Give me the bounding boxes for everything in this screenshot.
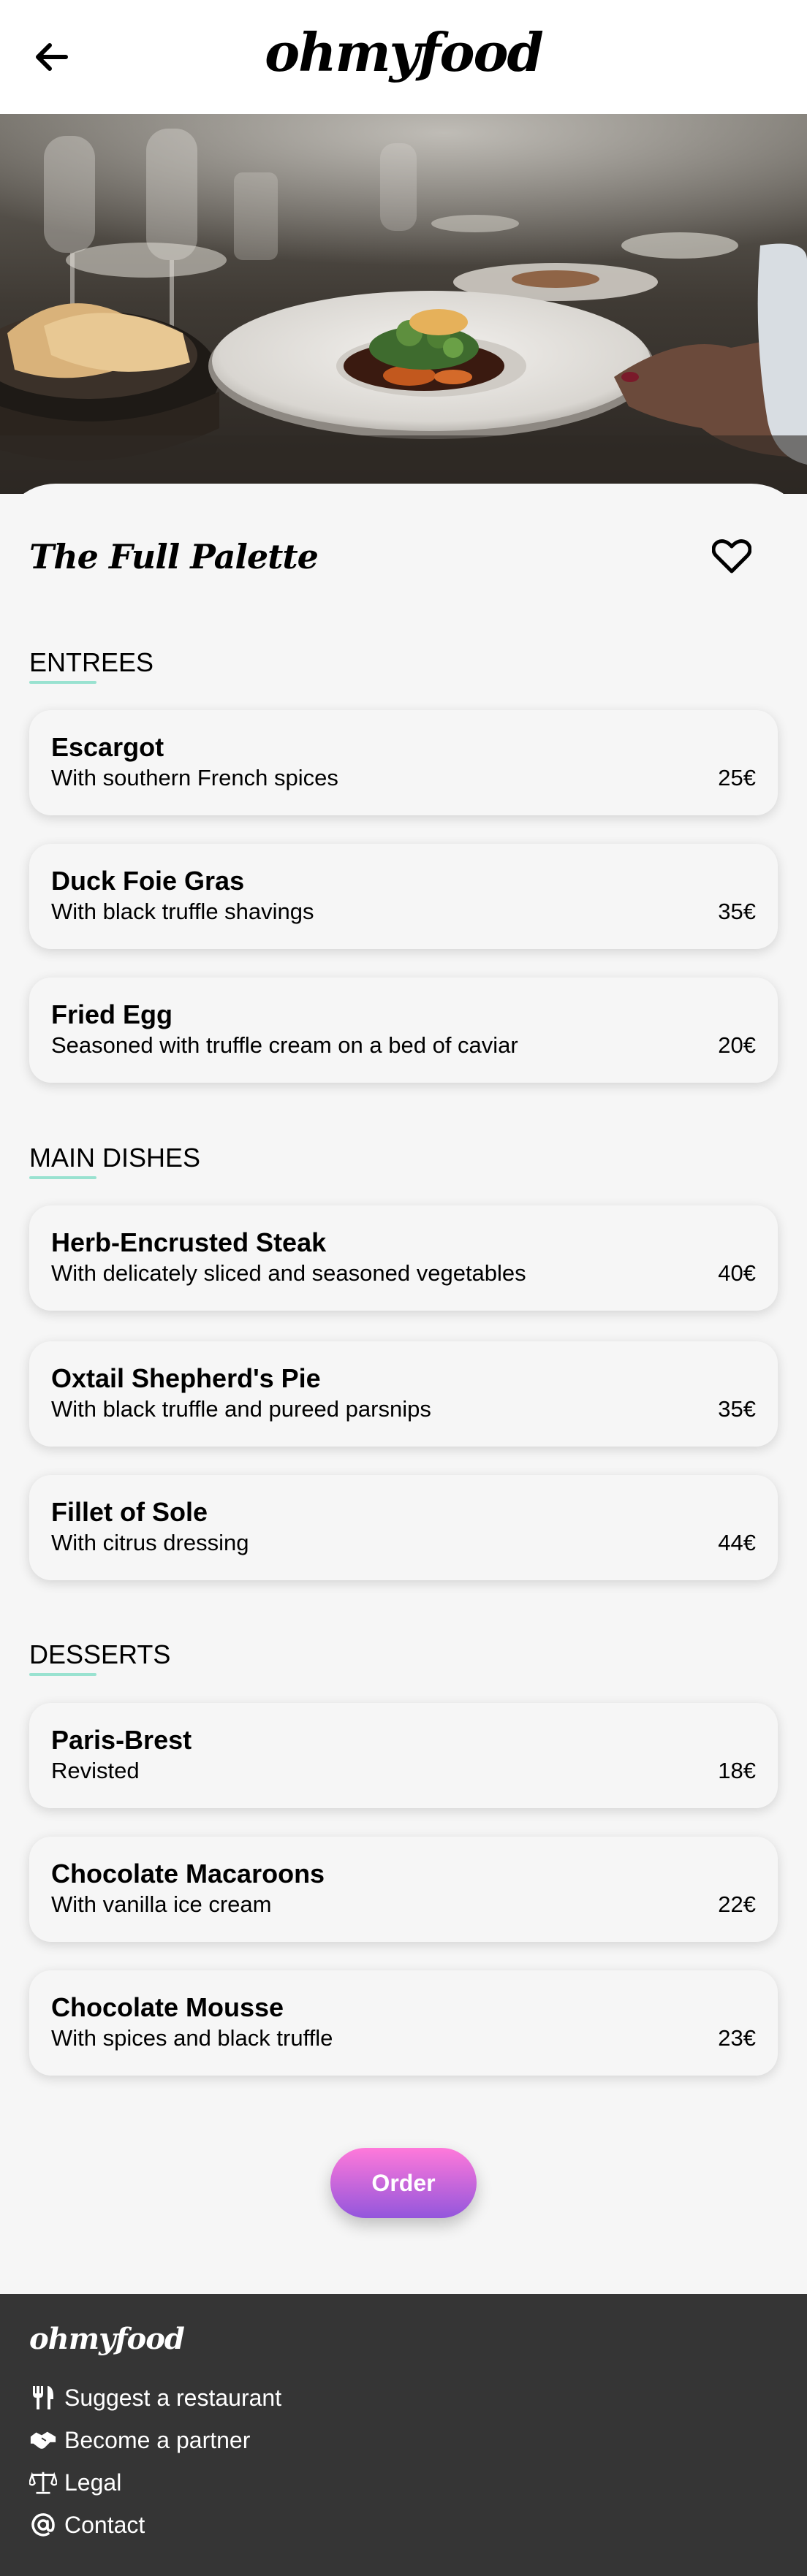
order-button[interactable]: Order <box>330 2148 477 2218</box>
menu-item-description: With vanilla ice cream <box>51 1891 272 1917</box>
section-heading-entrees: ENTREES <box>29 646 154 684</box>
menu-item-name: Escargot <box>51 732 164 762</box>
section-underline <box>29 681 96 684</box>
brand-logo[interactable]: ohmyfood <box>0 16 807 89</box>
footer-link-label: Suggest a restaurant <box>64 2384 282 2411</box>
menu-item-description: With southern French spices <box>51 765 338 790</box>
site-footer: ohmyfood Suggest a restaurant Become a p… <box>0 2294 807 2576</box>
menu-item-name: Herb-Encrusted Steak <box>51 1227 327 1257</box>
menu-item-description: With delicately sliced and seasoned vege… <box>51 1260 526 1286</box>
menu-item-price: 25€ <box>718 765 756 790</box>
menu-item-name: Chocolate Mousse <box>51 1992 284 2022</box>
menu-item-description: With citrus dressing <box>51 1530 249 1555</box>
menu-item-description: Revisted <box>51 1758 140 1783</box>
scale-icon <box>29 2469 57 2496</box>
menu-item-price: 44€ <box>718 1530 756 1555</box>
restaurant-name: The Full Palette <box>29 537 319 576</box>
section-title: MAIN DISHES <box>29 1143 201 1173</box>
menu-item-name: Paris-Brest <box>51 1725 192 1755</box>
menu-panel: The Full Palette ENTREES Escargot With s… <box>0 484 807 2294</box>
section-title: DESSERTS <box>29 1639 171 1669</box>
menu-item-name: Fried Egg <box>51 999 173 1029</box>
menu-item-price: 35€ <box>718 1396 756 1422</box>
menu-item-name: Fillet of Sole <box>51 1497 208 1527</box>
menu-item-price: 22€ <box>718 1891 756 1917</box>
menu-item-description: Seasoned with truffle cream on a bed of … <box>51 1032 518 1058</box>
menu-item-card[interactable]: Paris-Brest Revisted 18€ <box>29 1703 778 1808</box>
menu-item-card[interactable]: Fried Egg Seasoned with truffle cream on… <box>29 978 778 1083</box>
favorite-button[interactable] <box>706 527 757 586</box>
heart-outline-icon <box>712 539 751 573</box>
footer-link-suggest-restaurant[interactable]: Suggest a restaurant <box>29 2379 281 2416</box>
footer-brand-logo[interactable]: ohmyfood <box>29 2317 185 2361</box>
section-heading-main-dishes: MAIN DISHES <box>29 1141 201 1179</box>
restaurant-hero-image <box>0 114 807 494</box>
menu-item-card[interactable]: Escargot With southern French spices 25€ <box>29 710 778 815</box>
footer-link-contact[interactable]: Contact <box>29 2507 145 2543</box>
menu-item-description: With black truffle and pureed parsnips <box>51 1396 431 1422</box>
footer-link-legal[interactable]: Legal <box>29 2464 121 2501</box>
footer-link-label: Contact <box>64 2511 145 2538</box>
menu-item-card[interactable]: Fillet of Sole With citrus dressing 44€ <box>29 1475 778 1580</box>
footer-link-label: Legal <box>64 2469 122 2496</box>
menu-item-price: 20€ <box>718 1032 756 1058</box>
menu-item-card[interactable]: Duck Foie Gras With black truffle shavin… <box>29 844 778 949</box>
menu-item-name: Chocolate Macaroons <box>51 1859 325 1889</box>
menu-item-price: 35€ <box>718 899 756 924</box>
menu-item-description: With black truffle shavings <box>51 899 314 924</box>
handshake-icon <box>29 2426 57 2454</box>
section-heading-desserts: DESSERTS <box>29 1638 171 1676</box>
menu-item-description: With spices and black truffle <box>51 2025 333 2051</box>
menu-item-price: 18€ <box>718 1758 756 1783</box>
menu-item-name: Oxtail Shepherd's Pie <box>51 1363 321 1393</box>
menu-item-card[interactable]: Oxtail Shepherd's Pie With black truffle… <box>29 1341 778 1447</box>
section-title: ENTREES <box>29 647 154 677</box>
menu-item-name: Duck Foie Gras <box>51 866 245 896</box>
menu-item-price: 23€ <box>718 2025 756 2051</box>
at-sign-icon <box>29 2511 57 2539</box>
menu-item-card[interactable]: Chocolate Macaroons With vanilla ice cre… <box>29 1837 778 1942</box>
utensils-icon <box>29 2384 57 2412</box>
menu-item-card[interactable]: Chocolate Mousse With spices and black t… <box>29 1970 778 2076</box>
footer-link-label: Become a partner <box>64 2426 251 2453</box>
menu-item-price: 40€ <box>718 1260 756 1286</box>
section-underline <box>29 1176 96 1179</box>
menu-item-card[interactable]: Herb-Encrusted Steak With delicately sli… <box>29 1205 778 1311</box>
app-header: ohmyfood <box>0 0 807 114</box>
footer-link-become-partner[interactable]: Become a partner <box>29 2422 250 2458</box>
section-underline <box>29 1673 96 1676</box>
